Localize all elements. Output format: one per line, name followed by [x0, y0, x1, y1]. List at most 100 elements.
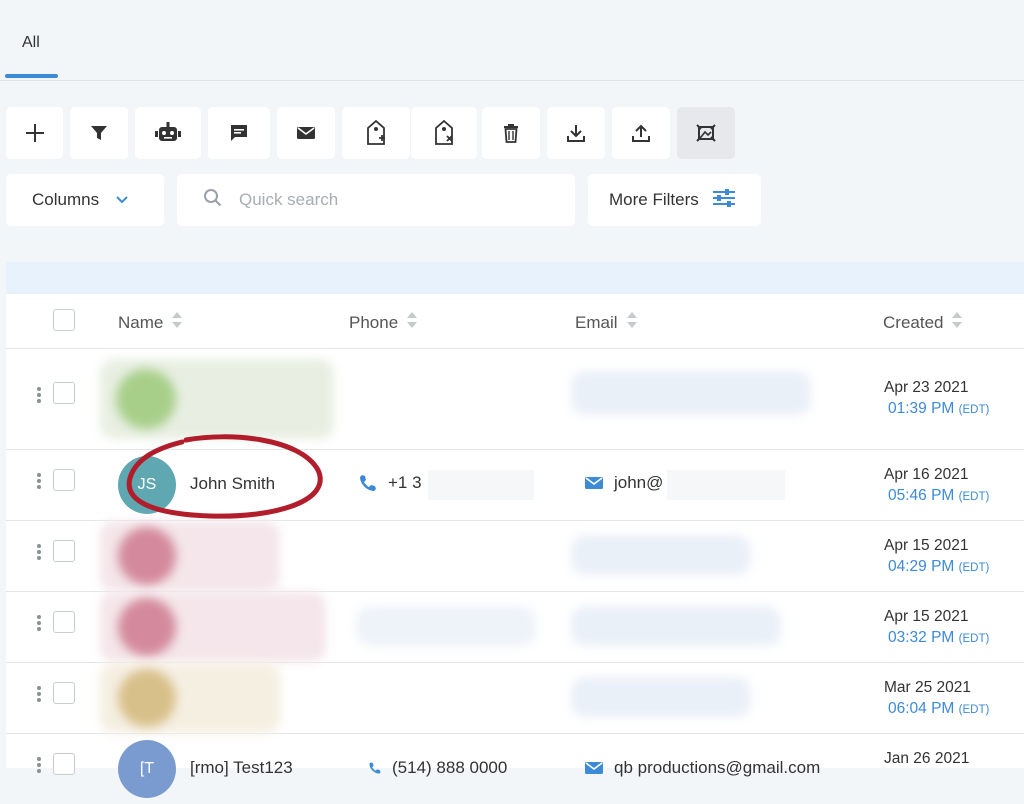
sort-icon: [626, 310, 638, 335]
row-checkbox[interactable]: [53, 753, 75, 775]
created-time: 01:39 PM: [888, 400, 955, 417]
drag-handle-icon[interactable]: [36, 613, 42, 633]
contact-name[interactable]: John Smith: [190, 474, 275, 494]
table-row[interactable]: Mar 25 2021 06:04 PM (EDT): [6, 663, 1024, 734]
avatar: JS: [118, 456, 176, 514]
sort-icon: [406, 310, 418, 335]
phone-value: (514) 888 0000: [392, 758, 508, 777]
contact-name[interactable]: [rmo] Test123: [190, 758, 293, 778]
select-all-checkbox[interactable]: [53, 309, 75, 331]
redacted-phone: [356, 606, 536, 646]
column-header-created-label: Created: [883, 312, 944, 332]
contacts-table: Name Phone Email Created Apr 23 2021 01:…: [6, 294, 1024, 798]
contact-phone[interactable]: (514) 888 0000: [368, 758, 507, 778]
column-header-created[interactable]: Created: [883, 310, 963, 335]
column-header-email[interactable]: Email: [575, 310, 638, 335]
created-date: Apr 15 2021: [884, 537, 969, 554]
redacted-email: [571, 677, 751, 717]
created-cell: Mar 25 2021 06:04 PM (EDT): [884, 677, 989, 721]
tab-all-label: All: [22, 34, 40, 51]
timezone: (EDT): [958, 491, 990, 503]
created-time: 03:32 PM: [888, 629, 955, 646]
drag-handle-icon[interactable]: [36, 385, 42, 405]
contact-phone[interactable]: +1 3: [358, 473, 422, 493]
avatar: [118, 527, 176, 585]
automation-button[interactable]: [135, 107, 201, 159]
avatar: [118, 598, 176, 656]
timezone: (EDT): [958, 633, 990, 645]
layout-button[interactable]: [677, 107, 735, 159]
message-button[interactable]: [208, 107, 270, 159]
more-filters-button[interactable]: More Filters: [588, 174, 761, 226]
email-value: qb productions@gmail.com: [614, 758, 821, 777]
timezone: (EDT): [958, 704, 990, 716]
row-checkbox[interactable]: [53, 382, 75, 404]
delete-button[interactable]: [482, 107, 540, 159]
filter-button[interactable]: [70, 107, 128, 159]
avatar-initials: [T: [139, 760, 155, 777]
upload-button[interactable]: [612, 107, 670, 159]
created-date: Mar 25 2021: [884, 679, 972, 696]
column-header-phone[interactable]: Phone: [349, 310, 418, 335]
columns-label: Columns: [32, 190, 100, 209]
row-checkbox[interactable]: [53, 611, 75, 633]
created-time: 05:46 PM: [888, 487, 955, 504]
created-date: Apr 23 2021: [884, 379, 969, 396]
robot-icon: [155, 122, 181, 141]
redacted-email: [571, 535, 751, 575]
created-date: Apr 16 2021: [884, 466, 969, 483]
filter-icon: [91, 126, 107, 140]
table-row[interactable]: Apr 15 2021 03:32 PM (EDT): [6, 592, 1024, 663]
created-time: 06:04 PM: [888, 700, 955, 717]
row-checkbox[interactable]: [53, 540, 75, 562]
columns-dropdown[interactable]: Columns: [6, 174, 164, 226]
redacted-email: [571, 606, 781, 646]
sliders-icon: [712, 188, 736, 213]
table-row[interactable]: Apr 15 2021 04:29 PM (EDT): [6, 521, 1024, 592]
email-icon: [297, 127, 315, 139]
drag-handle-icon[interactable]: [36, 542, 42, 562]
table-header: Name Phone Email Created: [6, 294, 1024, 349]
row-checkbox[interactable]: [53, 682, 75, 704]
row-checkbox[interactable]: [53, 469, 75, 491]
created-cell: Apr 15 2021 03:32 PM (EDT): [884, 606, 989, 650]
column-header-email-label: Email: [575, 312, 618, 332]
drag-handle-icon[interactable]: [36, 471, 42, 491]
tab-all[interactable]: All: [6, 22, 58, 78]
phone-icon: [360, 475, 376, 491]
search-input[interactable]: [237, 189, 561, 211]
sort-icon: [171, 310, 183, 335]
active-tab-indicator: [5, 74, 58, 78]
add-button[interactable]: [6, 107, 63, 159]
email-button[interactable]: [277, 107, 335, 159]
table-row[interactable]: JS John Smith +1 3 john@ Apr 16 2021 05:…: [6, 450, 1024, 521]
avatar-initials: JS: [137, 476, 157, 493]
table-row[interactable]: [T [rmo] Test123 (514) 888 0000 qb produ…: [6, 734, 1024, 804]
created-cell: Apr 23 2021 01:39 PM (EDT): [884, 377, 989, 421]
created-cell: Jan 26 2021: [884, 748, 969, 769]
contact-email[interactable]: qb productions@gmail.com: [584, 758, 820, 778]
drag-handle-icon[interactable]: [36, 755, 42, 775]
timezone: (EDT): [958, 404, 990, 416]
email-icon: [585, 762, 603, 774]
contact-email[interactable]: john@: [584, 473, 663, 493]
layout-icon: [696, 124, 716, 142]
quick-search: [177, 174, 575, 226]
more-filters-label: More Filters: [609, 190, 699, 209]
phone-value: +1 3: [388, 473, 422, 492]
download-button[interactable]: [547, 107, 605, 159]
remove-tag-button[interactable]: [411, 107, 477, 159]
upload-icon: [632, 124, 650, 142]
avatar: [T: [118, 740, 176, 798]
download-icon: [567, 125, 585, 142]
column-header-name[interactable]: Name: [118, 310, 183, 335]
add-tag-button[interactable]: [342, 107, 410, 159]
search-icon: [203, 188, 223, 213]
drag-handle-icon[interactable]: [36, 684, 42, 704]
remove-tag-icon: [435, 120, 453, 145]
chevron-down-icon: [115, 190, 129, 210]
column-header-phone-label: Phone: [349, 312, 399, 332]
redacted-email: [571, 371, 811, 415]
table-row[interactable]: Apr 23 2021 01:39 PM (EDT): [6, 349, 1024, 450]
tab-bar: All: [0, 0, 1024, 81]
